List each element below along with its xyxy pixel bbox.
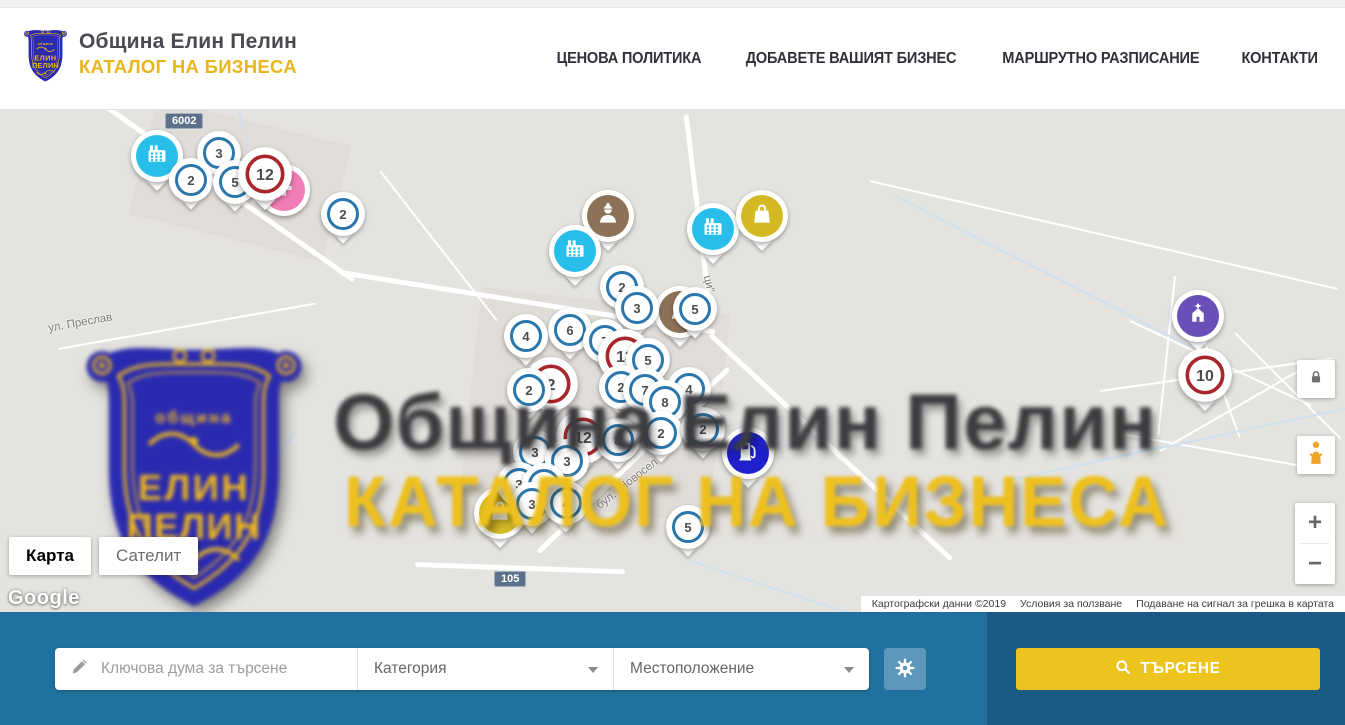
cluster-marker[interactable]: 4 <box>544 481 588 525</box>
nav-pricing-policy[interactable]: ЦЕНОВА ПОЛИТИКА <box>557 50 702 68</box>
search-submit-button[interactable]: ТЪРСЕНЕ <box>1016 648 1320 690</box>
creek-line <box>204 429 297 561</box>
road-line <box>58 303 316 350</box>
fuel-icon <box>735 438 761 469</box>
cluster-marker[interactable]: 2 <box>507 368 551 412</box>
nav-route-schedule[interactable]: МАРШРУТНО РАЗПИСАНИЕ <box>1002 50 1199 68</box>
cluster-marker[interactable]: 5 <box>673 287 717 331</box>
cluster-marker[interactable]: 12 <box>238 147 292 201</box>
cluster-marker[interactable]: 2 <box>681 407 725 451</box>
main-nav: ЦЕНОВА ПОЛИТИКА ДОБАВЕТЕ ВАШИЯТ БИЗНЕС М… <box>552 8 1320 110</box>
shopping-bag-marker[interactable] <box>736 190 788 242</box>
creek-line <box>895 195 1190 347</box>
chevron-down-icon <box>844 667 854 673</box>
nav-add-your-business[interactable]: ДОБАВЕТЕ ВАШИЯТ БИЗНЕС <box>746 50 957 68</box>
map-type-satellite-button[interactable]: Сателит <box>99 537 198 575</box>
factory-icon <box>144 141 170 172</box>
search-bar: Категория Местоположение ТЪРСЕНЕ <box>0 612 1345 725</box>
site-header: община ЕЛИН ПЕЛИН Община Елин Пелин КАТА… <box>0 8 1345 110</box>
google-logo[interactable]: Google <box>8 587 80 610</box>
road-number-label: 6002 <box>165 113 203 129</box>
brand[interactable]: община ЕЛИН ПЕЛИН Община Елин Пелин КАТА… <box>22 24 297 84</box>
map-attribution: Картографски данни ©2019 Условия за полз… <box>861 596 1345 612</box>
terms-of-use-link[interactable]: Условия за ползване <box>1013 598 1129 610</box>
location-select[interactable]: Местоположение <box>613 648 869 690</box>
location-select-label: Местоположение <box>630 660 754 678</box>
map-type-control: Карта Сателит <box>9 537 198 575</box>
lock-icon <box>1307 368 1325 391</box>
factory-icon <box>562 236 588 267</box>
road-line <box>870 180 1338 290</box>
nav-contacts[interactable]: КОНТАКТИ <box>1241 50 1317 68</box>
map-lock-button[interactable] <box>1297 360 1335 398</box>
brand-title: Община Елин Пелин <box>79 30 297 54</box>
road-number-label: 105 <box>494 571 526 587</box>
category-select-label: Категория <box>374 660 446 678</box>
search-fields: Категория Местоположение <box>55 648 869 690</box>
top-strip <box>0 0 1345 8</box>
pencil-icon <box>70 657 89 681</box>
category-select[interactable]: Категория <box>357 648 613 690</box>
shopping-bag-icon <box>749 201 775 232</box>
street-view-pegman-button[interactable] <box>1297 436 1335 474</box>
factory-marker[interactable] <box>549 225 601 277</box>
google-map[interactable]: 32512223564713522274812822333834510 6002… <box>0 110 1345 612</box>
chevron-down-icon <box>588 667 598 673</box>
cluster-marker[interactable]: 2 <box>639 411 683 455</box>
zoom-in-button[interactable]: + <box>1295 503 1335 543</box>
svg-text:община: община <box>155 409 233 427</box>
cluster-marker[interactable]: 8 <box>596 418 640 462</box>
search-icon <box>1115 659 1131 680</box>
svg-text:ЕЛИН: ЕЛИН <box>138 467 250 508</box>
factory-icon <box>700 214 726 245</box>
factory-marker[interactable] <box>687 203 739 255</box>
zoom-out-button[interactable]: − <box>1295 544 1335 584</box>
fuel-marker[interactable] <box>722 427 774 479</box>
road-line <box>379 170 498 321</box>
svg-text:ПЕЛИН: ПЕЛИН <box>32 61 59 70</box>
search-button-label: ТЪРСЕНЕ <box>1140 660 1220 678</box>
brand-subtitle: КАТАЛОГ НА БИЗНЕСА <box>79 56 297 78</box>
pegman-icon <box>1305 440 1327 471</box>
keyword-field[interactable] <box>55 648 357 690</box>
gear-icon <box>894 657 916 682</box>
church-icon <box>1185 301 1211 332</box>
creek-line <box>1005 405 1345 482</box>
svg-text:община: община <box>38 42 53 46</box>
report-map-error-link[interactable]: Подаване на сигнал за грешка в картата <box>1129 598 1341 610</box>
municipality-emblem-logo: община ЕЛИН ПЕЛИН <box>22 24 69 84</box>
cluster-marker[interactable]: 10 <box>1178 348 1232 402</box>
advanced-search-gear-button[interactable] <box>884 648 926 690</box>
cluster-marker[interactable]: 2 <box>169 158 213 202</box>
cluster-marker[interactable]: 4 <box>504 314 548 358</box>
keyword-search-input[interactable] <box>101 660 341 678</box>
map-data-copyright: Картографски данни ©2019 <box>865 598 1013 610</box>
cluster-marker[interactable]: 5 <box>666 505 710 549</box>
street-name-label: ул. Преслав <box>47 311 113 334</box>
zoom-control: + − <box>1295 503 1335 584</box>
church-marker[interactable] <box>1172 290 1224 342</box>
cluster-marker[interactable]: 2 <box>321 192 365 236</box>
map-type-map-button[interactable]: Карта <box>9 537 91 575</box>
